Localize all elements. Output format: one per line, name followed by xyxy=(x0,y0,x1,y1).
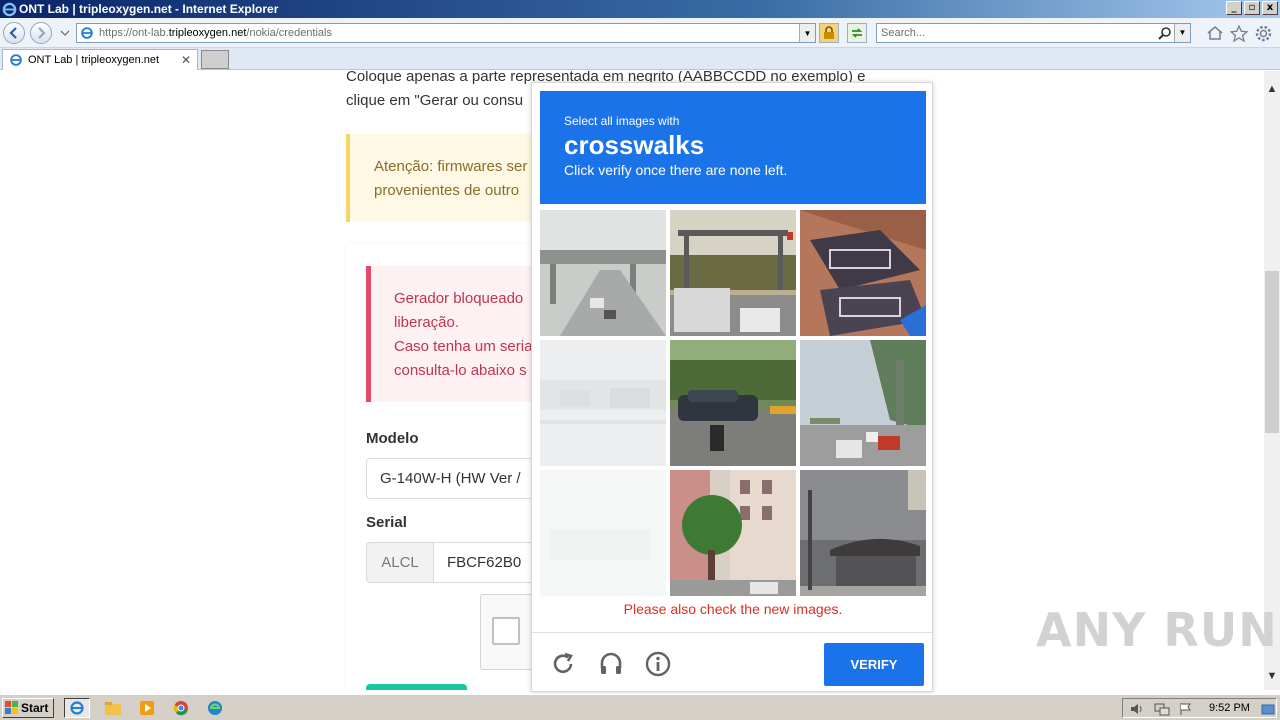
captcha-prompt-word: crosswalks xyxy=(564,130,705,160)
maximize-button[interactable]: ▫ xyxy=(1244,1,1260,15)
scroll-thumb[interactable] xyxy=(1265,271,1279,433)
info-icon[interactable] xyxy=(644,650,672,678)
address-bar[interactable]: https://ont-lab.tripleoxygen.net/nokia/c… xyxy=(76,23,816,43)
address-dropdown-button[interactable]: ▼ xyxy=(799,24,815,42)
settings-gear-icon[interactable] xyxy=(1255,25,1272,42)
taskbar-edge[interactable] xyxy=(202,698,228,718)
edge-icon xyxy=(208,701,222,715)
captcha-footer-divider xyxy=(532,632,932,633)
building-balcony-image xyxy=(800,210,926,336)
captcha-tile-street-faded[interactable] xyxy=(540,340,666,466)
captcha-error-message: Please also check the new images. xyxy=(623,601,843,617)
captcha-prompt-pre: Select all images with xyxy=(564,114,680,128)
serial-label: Serial xyxy=(366,514,407,531)
forward-button[interactable] xyxy=(30,22,52,44)
verify-button[interactable]: VERIFY xyxy=(824,643,924,686)
security-lock-button[interactable] xyxy=(819,23,839,43)
ie-logo-icon xyxy=(2,2,17,16)
captcha-tile-blank-faded[interactable] xyxy=(540,470,666,596)
url-prefix: https://ont-lab. xyxy=(99,27,169,39)
taskbar-media-player[interactable] xyxy=(134,698,160,718)
url-path: /nokia/credentials xyxy=(246,27,332,39)
captcha-tile-gantry-road-cars[interactable] xyxy=(670,210,796,336)
scroll-down-icon[interactable]: ▼ xyxy=(1264,670,1280,682)
captcha-tile-car-motorbike[interactable] xyxy=(670,340,796,466)
close-button[interactable]: x xyxy=(1262,1,1278,15)
street-faded-image xyxy=(540,340,666,466)
generate-button[interactable] xyxy=(366,684,467,690)
elevated-road-cars-image xyxy=(800,340,926,466)
search-icon[interactable] xyxy=(1158,26,1172,40)
start-label: Start xyxy=(21,701,49,715)
car-motorbike-image xyxy=(670,340,796,466)
captcha-tile-tree-building[interactable] xyxy=(670,470,796,596)
search-input[interactable]: Search... ▼ xyxy=(876,23,1191,43)
captcha-tile-elevated-road-cars[interactable] xyxy=(800,340,926,466)
folder-icon xyxy=(105,702,121,715)
reload-icon[interactable] xyxy=(549,650,577,678)
lock-icon xyxy=(824,26,834,39)
back-arrow-icon xyxy=(9,27,17,39)
refresh-button[interactable] xyxy=(847,23,867,43)
system-tray: 9:52 PM xyxy=(1122,698,1277,718)
captcha-tile-highway-overpass[interactable] xyxy=(540,210,666,336)
url-text: https://ont-lab.tripleoxygen.net/nokia/c… xyxy=(77,27,332,39)
tab-bar: ONT Lab | tripleoxygen.net ✕ xyxy=(0,48,1280,70)
captcha-image-grid xyxy=(540,210,926,596)
tab-title: ONT Lab | tripleoxygen.net xyxy=(28,54,160,66)
window-titlebar: ONT Lab | tripleoxygen.net - Internet Ex… xyxy=(0,0,1280,18)
start-button[interactable]: Start xyxy=(2,698,54,718)
refresh-icon xyxy=(851,28,863,38)
media-player-icon xyxy=(140,701,154,715)
taskbar-explorer[interactable] xyxy=(100,698,126,718)
network-icon[interactable] xyxy=(1154,702,1170,716)
new-tab-button[interactable] xyxy=(201,50,229,69)
minimize-button[interactable]: _ xyxy=(1226,1,1242,15)
bus-stop-building-image xyxy=(800,470,926,596)
taskbar-ie[interactable] xyxy=(64,698,90,718)
forward-arrow-icon xyxy=(38,27,46,39)
captcha-prompt-sub: Click verify once there are none left. xyxy=(564,162,788,178)
captcha-checkbox[interactable] xyxy=(492,617,520,645)
favorites-star-icon[interactable] xyxy=(1230,25,1248,42)
clock: 9:52 PM xyxy=(1209,702,1250,714)
captcha-tile-building-balcony[interactable] xyxy=(800,210,926,336)
back-button[interactable] xyxy=(3,22,25,44)
scroll-up-icon[interactable]: ▲ xyxy=(1264,83,1280,95)
anyrun-watermark: ANY RUN xyxy=(1036,603,1278,657)
show-desktop-icon[interactable] xyxy=(1261,702,1275,716)
captcha-prompt-header: Select all images with crosswalks Click … xyxy=(540,91,926,204)
windows-taskbar: Start 9:52 PM xyxy=(0,694,1280,720)
ie-tab-icon xyxy=(10,54,22,66)
highway-overpass-image xyxy=(540,210,666,336)
navigation-bar: https://ont-lab.tripleoxygen.net/nokia/c… xyxy=(0,18,1280,48)
tab-close-icon[interactable]: ✕ xyxy=(181,53,191,67)
internet-explorer-icon xyxy=(70,701,84,715)
search-placeholder: Search... xyxy=(881,27,926,39)
windows-logo-icon xyxy=(5,701,18,714)
home-icon[interactable] xyxy=(1206,25,1224,41)
chrome-icon xyxy=(173,701,188,716)
captcha-tile-bus-stop-building[interactable] xyxy=(800,470,926,596)
taskbar-chrome[interactable] xyxy=(168,698,194,718)
ie-page-icon xyxy=(81,27,93,39)
url-domain: tripleoxygen.net xyxy=(168,27,247,39)
search-dropdown-button[interactable]: ▼ xyxy=(1174,24,1190,42)
history-dropdown-icon[interactable] xyxy=(60,30,70,36)
audio-headphones-icon[interactable] xyxy=(597,650,625,678)
blank-faded-image xyxy=(540,470,666,596)
volume-icon[interactable] xyxy=(1130,702,1144,716)
page-scrollbar[interactable]: ▲ ▼ xyxy=(1264,71,1280,690)
window-title: ONT Lab | tripleoxygen.net - Internet Ex… xyxy=(19,2,279,16)
serial-prefix-addon: ALCL xyxy=(366,542,434,583)
action-center-flag-icon[interactable] xyxy=(1179,702,1193,716)
model-label: Modelo xyxy=(366,430,419,447)
captcha-challenge-dialog: Select all images with crosswalks Click … xyxy=(531,82,933,692)
tab-ont-lab[interactable]: ONT Lab | tripleoxygen.net ✕ xyxy=(2,49,198,70)
gantry-road-cars-image xyxy=(670,210,796,336)
tree-building-image xyxy=(670,470,796,596)
